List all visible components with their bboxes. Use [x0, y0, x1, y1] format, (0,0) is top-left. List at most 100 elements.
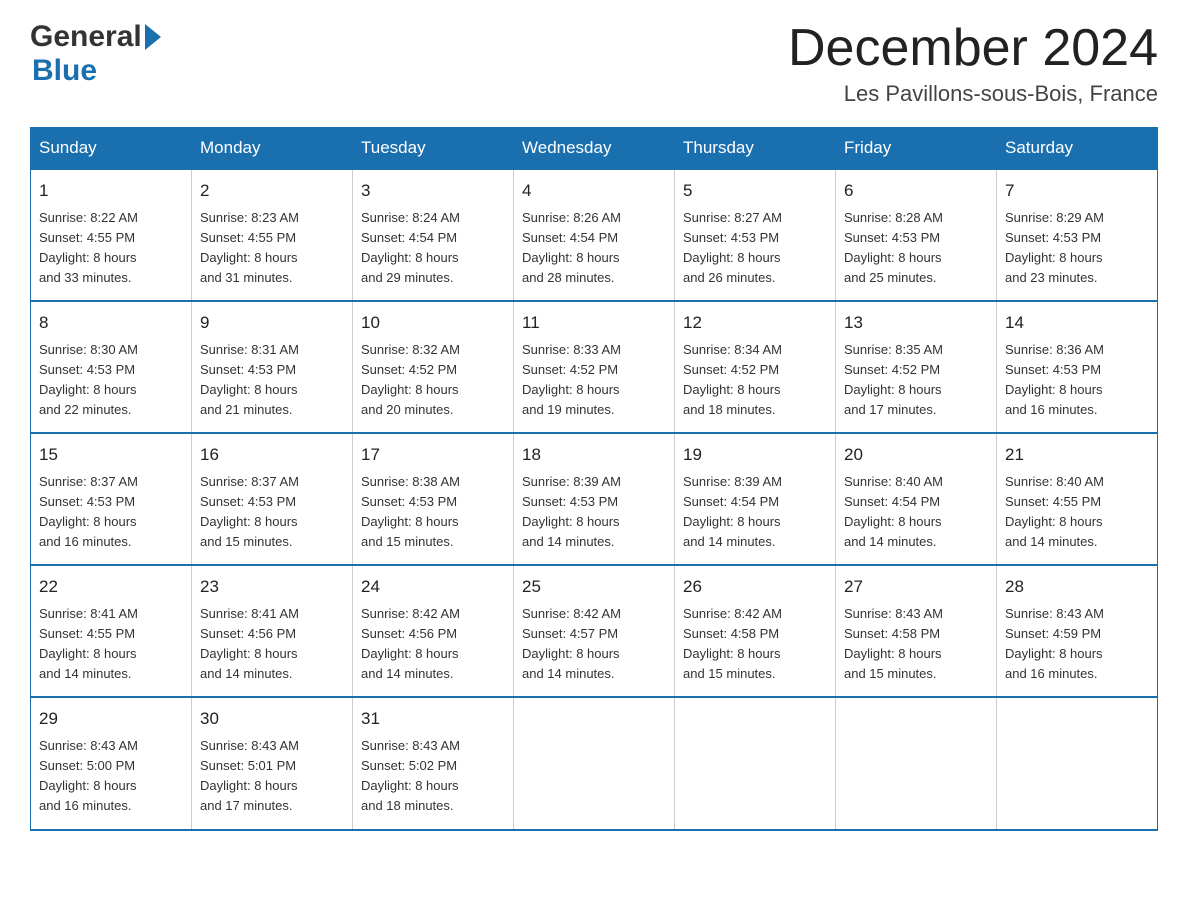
day-info: Sunrise: 8:37 AMSunset: 4:53 PMDaylight:…	[39, 472, 183, 553]
day-info: Sunrise: 8:32 AMSunset: 4:52 PMDaylight:…	[361, 340, 505, 421]
day-number: 10	[361, 310, 505, 336]
day-info: Sunrise: 8:36 AMSunset: 4:53 PMDaylight:…	[1005, 340, 1149, 421]
header-row: SundayMondayTuesdayWednesdayThursdayFrid…	[31, 128, 1158, 170]
day-info: Sunrise: 8:43 AMSunset: 5:00 PMDaylight:…	[39, 736, 183, 817]
header-cell-sunday: Sunday	[31, 128, 192, 170]
header-cell-thursday: Thursday	[675, 128, 836, 170]
day-info: Sunrise: 8:41 AMSunset: 4:56 PMDaylight:…	[200, 604, 344, 685]
week-row-3: 15Sunrise: 8:37 AMSunset: 4:53 PMDayligh…	[31, 433, 1158, 565]
day-number: 14	[1005, 310, 1149, 336]
calendar-cell: 29 Sunrise: 8:43 AMSunset: 5:00 PMDayligh…	[31, 697, 192, 829]
day-info: Sunrise: 8:35 AMSunset: 4:52 PMDaylight:…	[844, 340, 988, 421]
day-number: 23	[200, 574, 344, 600]
day-info: Sunrise: 8:42 AMSunset: 4:56 PMDaylight:…	[361, 604, 505, 685]
day-number: 3	[361, 178, 505, 204]
logo-general-text: General	[30, 20, 142, 54]
day-number: 30	[200, 706, 344, 732]
calendar-cell: 24 Sunrise: 8:42 AMSunset: 4:56 PMDayligh…	[353, 565, 514, 697]
day-info: Sunrise: 8:27 AMSunset: 4:53 PMDaylight:…	[683, 208, 827, 289]
calendar-cell: 9 Sunrise: 8:31 AMSunset: 4:53 PMDaylight…	[192, 301, 353, 433]
day-info: Sunrise: 8:43 AMSunset: 5:02 PMDaylight:…	[361, 736, 505, 817]
day-info: Sunrise: 8:39 AMSunset: 4:53 PMDaylight:…	[522, 472, 666, 553]
calendar-cell: 12Sunrise: 8:34 AMSunset: 4:52 PMDayligh…	[675, 301, 836, 433]
day-info: Sunrise: 8:42 AMSunset: 4:58 PMDaylight:…	[683, 604, 827, 685]
day-number: 16	[200, 442, 344, 468]
week-row-4: 22 Sunrise: 8:41 AMSunset: 4:55 PMDayligh…	[31, 565, 1158, 697]
day-info: Sunrise: 8:33 AMSunset: 4:52 PMDaylight:…	[522, 340, 666, 421]
calendar-cell: 20 Sunrise: 8:40 AMSunset: 4:54 PMDayligh…	[836, 433, 997, 565]
day-number: 27	[844, 574, 988, 600]
day-info: Sunrise: 8:38 AMSunset: 4:53 PMDaylight:…	[361, 472, 505, 553]
calendar-cell: 1 Sunrise: 8:22 AMSunset: 4:55 PMDaylight…	[31, 169, 192, 301]
week-row-5: 29 Sunrise: 8:43 AMSunset: 5:00 PMDayligh…	[31, 697, 1158, 829]
day-info: Sunrise: 8:24 AMSunset: 4:54 PMDaylight:…	[361, 208, 505, 289]
day-number: 12	[683, 310, 827, 336]
calendar-cell: 27 Sunrise: 8:43 AMSunset: 4:58 PMDayligh…	[836, 565, 997, 697]
day-number: 9	[200, 310, 344, 336]
day-number: 1	[39, 178, 183, 204]
day-info: Sunrise: 8:30 AMSunset: 4:53 PMDaylight:…	[39, 340, 183, 421]
day-info: Sunrise: 8:26 AMSunset: 4:54 PMDaylight:…	[522, 208, 666, 289]
day-info: Sunrise: 8:41 AMSunset: 4:55 PMDaylight:…	[39, 604, 183, 685]
calendar-cell: 2 Sunrise: 8:23 AMSunset: 4:55 PMDaylight…	[192, 169, 353, 301]
calendar-cell: 14 Sunrise: 8:36 AMSunset: 4:53 PMDayligh…	[997, 301, 1158, 433]
day-number: 6	[844, 178, 988, 204]
day-number: 2	[200, 178, 344, 204]
calendar-cell: 15Sunrise: 8:37 AMSunset: 4:53 PMDayligh…	[31, 433, 192, 565]
day-number: 4	[522, 178, 666, 204]
header-cell-friday: Friday	[836, 128, 997, 170]
calendar-cell	[836, 697, 997, 829]
week-row-1: 1 Sunrise: 8:22 AMSunset: 4:55 PMDaylight…	[31, 169, 1158, 301]
calendar-cell: 30 Sunrise: 8:43 AMSunset: 5:01 PMDayligh…	[192, 697, 353, 829]
day-info: Sunrise: 8:43 AMSunset: 4:58 PMDaylight:…	[844, 604, 988, 685]
day-number: 7	[1005, 178, 1149, 204]
calendar-cell: 25Sunrise: 8:42 AMSunset: 4:57 PMDayligh…	[514, 565, 675, 697]
day-info: Sunrise: 8:43 AMSunset: 5:01 PMDaylight:…	[200, 736, 344, 817]
calendar-cell	[997, 697, 1158, 829]
calendar-cell: 7 Sunrise: 8:29 AMSunset: 4:53 PMDaylight…	[997, 169, 1158, 301]
calendar-cell: 17 Sunrise: 8:38 AMSunset: 4:53 PMDayligh…	[353, 433, 514, 565]
day-number: 17	[361, 442, 505, 468]
week-row-2: 8 Sunrise: 8:30 AMSunset: 4:53 PMDaylight…	[31, 301, 1158, 433]
day-number: 22	[39, 574, 183, 600]
day-info: Sunrise: 8:31 AMSunset: 4:53 PMDaylight:…	[200, 340, 344, 421]
calendar-cell: 11 Sunrise: 8:33 AMSunset: 4:52 PMDayligh…	[514, 301, 675, 433]
header-cell-monday: Monday	[192, 128, 353, 170]
calendar-cell: 10 Sunrise: 8:32 AMSunset: 4:52 PMDayligh…	[353, 301, 514, 433]
day-info: Sunrise: 8:40 AMSunset: 4:54 PMDaylight:…	[844, 472, 988, 553]
logo: General Blue	[30, 20, 161, 88]
day-number: 20	[844, 442, 988, 468]
calendar-body: 1 Sunrise: 8:22 AMSunset: 4:55 PMDaylight…	[31, 169, 1158, 829]
logo-arrow-icon	[145, 24, 161, 50]
day-number: 29	[39, 706, 183, 732]
calendar-cell: 3 Sunrise: 8:24 AMSunset: 4:54 PMDaylight…	[353, 169, 514, 301]
day-info: Sunrise: 8:39 AMSunset: 4:54 PMDaylight:…	[683, 472, 827, 553]
day-info: Sunrise: 8:29 AMSunset: 4:53 PMDaylight:…	[1005, 208, 1149, 289]
header-cell-tuesday: Tuesday	[353, 128, 514, 170]
calendar-cell: 26 Sunrise: 8:42 AMSunset: 4:58 PMDayligh…	[675, 565, 836, 697]
day-number: 26	[683, 574, 827, 600]
day-number: 8	[39, 310, 183, 336]
calendar-cell: 19 Sunrise: 8:39 AMSunset: 4:54 PMDayligh…	[675, 433, 836, 565]
day-info: Sunrise: 8:23 AMSunset: 4:55 PMDaylight:…	[200, 208, 344, 289]
logo-blue-text: Blue	[32, 54, 97, 87]
month-title: December 2024	[788, 20, 1158, 77]
day-number: 21	[1005, 442, 1149, 468]
calendar-cell: 8 Sunrise: 8:30 AMSunset: 4:53 PMDaylight…	[31, 301, 192, 433]
calendar-cell: 31Sunrise: 8:43 AMSunset: 5:02 PMDayligh…	[353, 697, 514, 829]
day-number: 19	[683, 442, 827, 468]
day-number: 11	[522, 310, 666, 336]
day-info: Sunrise: 8:22 AMSunset: 4:55 PMDaylight:…	[39, 208, 183, 289]
calendar-cell: 22 Sunrise: 8:41 AMSunset: 4:55 PMDayligh…	[31, 565, 192, 697]
day-number: 24	[361, 574, 505, 600]
calendar-cell: 23 Sunrise: 8:41 AMSunset: 4:56 PMDayligh…	[192, 565, 353, 697]
calendar-cell: 4 Sunrise: 8:26 AMSunset: 4:54 PMDaylight…	[514, 169, 675, 301]
page-header: General Blue December 2024 Les Pavillons…	[30, 20, 1158, 107]
title-block: December 2024 Les Pavillons-sous-Bois, F…	[788, 20, 1158, 107]
day-number: 13	[844, 310, 988, 336]
calendar-header: SundayMondayTuesdayWednesdayThursdayFrid…	[31, 128, 1158, 170]
calendar-cell: 28Sunrise: 8:43 AMSunset: 4:59 PMDayligh…	[997, 565, 1158, 697]
header-cell-saturday: Saturday	[997, 128, 1158, 170]
calendar-cell: 18Sunrise: 8:39 AMSunset: 4:53 PMDayligh…	[514, 433, 675, 565]
day-number: 28	[1005, 574, 1149, 600]
